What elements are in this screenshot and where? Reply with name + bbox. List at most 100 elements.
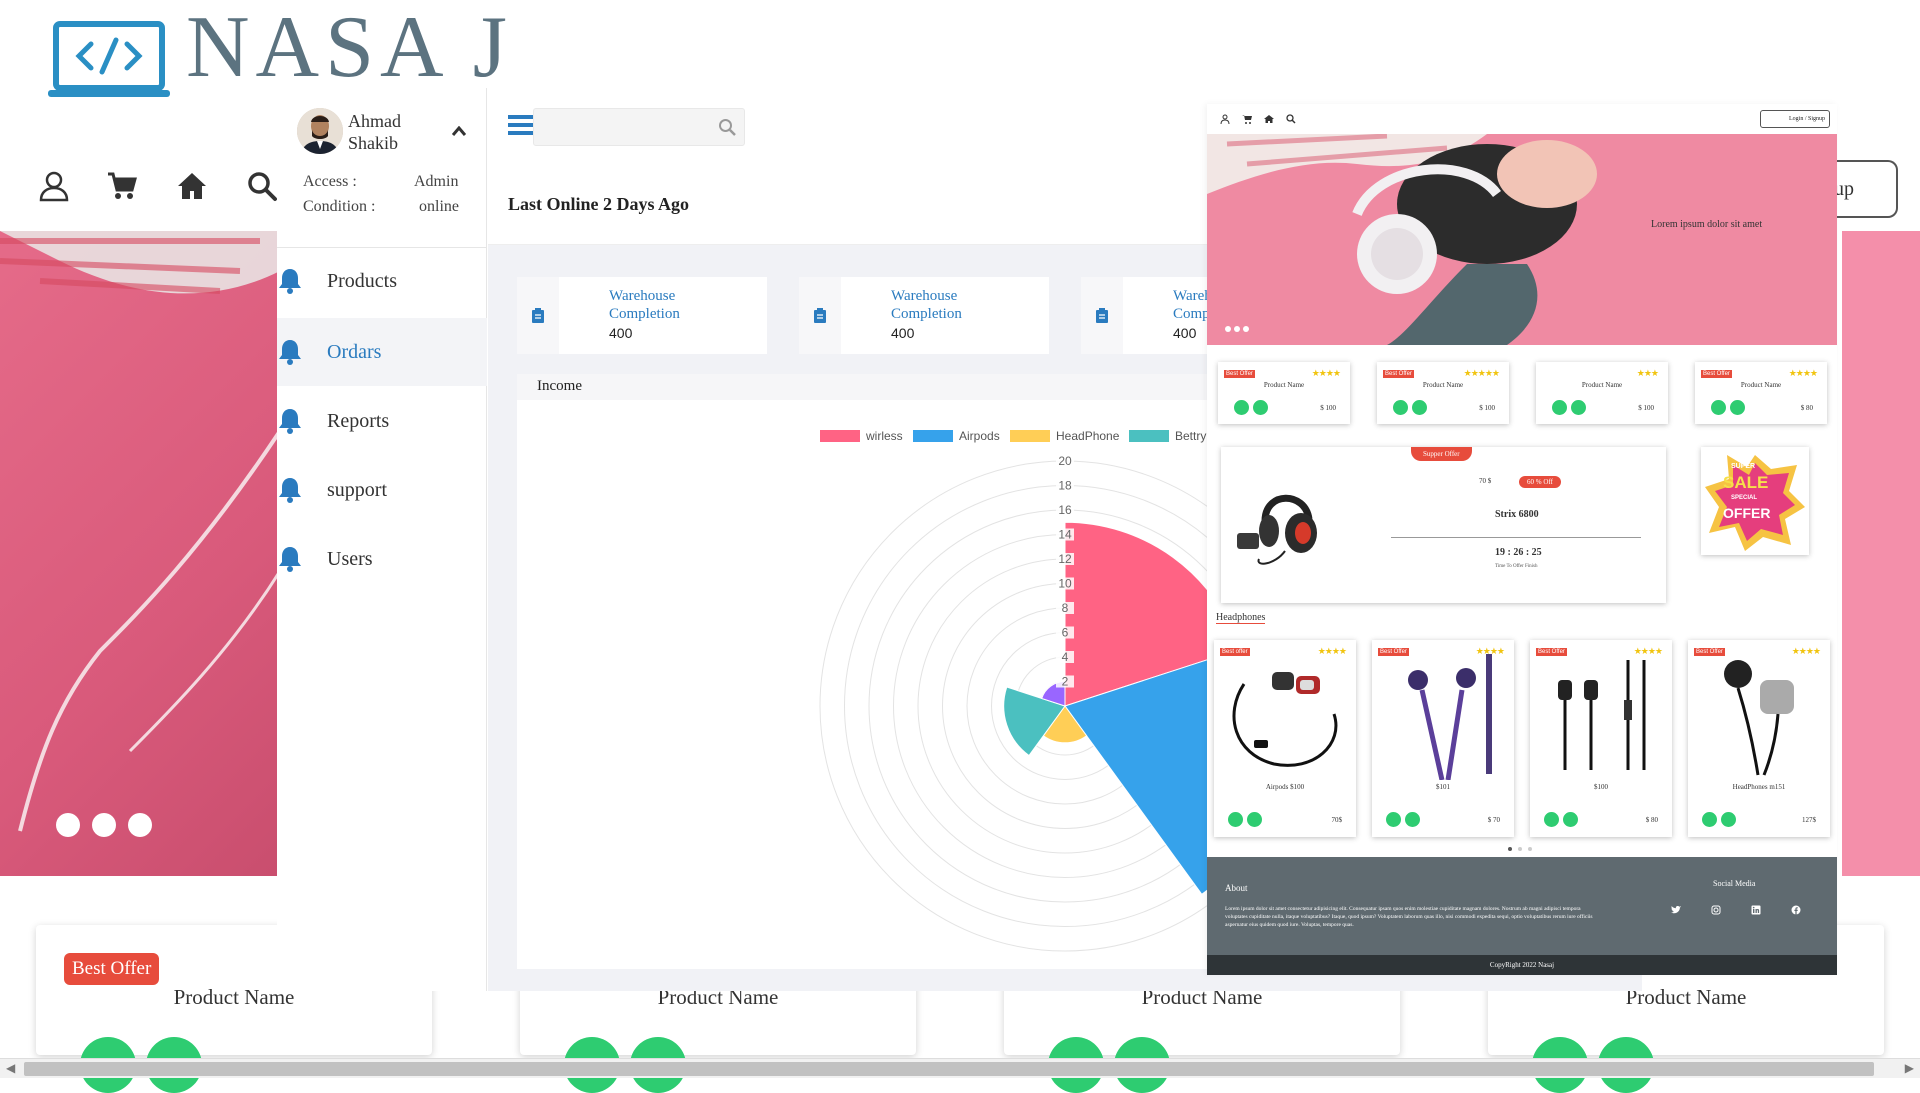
scrollbar-thumb[interactable] (24, 1062, 1874, 1076)
tick-label: 6 (1062, 626, 1069, 640)
earphone-image (1408, 654, 1492, 780)
product-price: 70$ (1331, 816, 1343, 824)
bell-icon (279, 269, 301, 294)
product-card[interactable]: Best Offer ★★★★ HeadPhones m151 127$ (1688, 640, 1830, 837)
product-card[interactable]: Best Offer ★★★★ $101 $ 70 (1372, 640, 1514, 837)
home-icon[interactable] (1264, 114, 1274, 124)
warehouse-card[interactable]: Warehouse Completion 400 (517, 277, 767, 354)
rating-stars: ★★★★ (1311, 368, 1341, 378)
add-to-cart-button[interactable] (1702, 812, 1717, 827)
add-to-cart-button[interactable] (1393, 400, 1408, 415)
home-icon[interactable] (176, 170, 208, 207)
hero-text: Lorem ipsum dolor sit amet (1651, 219, 1763, 230)
add-to-cart-button[interactable] (1552, 400, 1567, 415)
product-card[interactable]: ★★★ Product Name $ 100 (1536, 362, 1668, 424)
user-icon[interactable] (1220, 114, 1230, 124)
card-value: 400 (1173, 325, 1197, 341)
sidebar-item-support[interactable]: support (277, 456, 487, 524)
tick-label: 16 (1058, 503, 1072, 517)
carousel-dot[interactable] (1528, 847, 1532, 851)
product-price: $ 80 (1645, 816, 1658, 824)
tick-label: 20 (1058, 454, 1072, 468)
carousel-dot[interactable] (1508, 847, 1512, 851)
sidebar-item-users[interactable]: Users (277, 525, 487, 593)
search-input[interactable] (533, 108, 745, 146)
product-card[interactable]: Best Offer ★★★★ Product Name $ 100 (1218, 362, 1350, 424)
carousel-dot[interactable] (128, 813, 152, 837)
income-polar-chart: 2 4 6 8 10 12 14 16 18 20 (819, 454, 1207, 952)
add-to-cart-button[interactable] (1228, 812, 1243, 827)
search-field[interactable] (534, 109, 704, 145)
wishlist-button[interactable] (1405, 812, 1420, 827)
tick-label: 2 (1062, 675, 1069, 689)
carousel-dot[interactable] (1243, 326, 1249, 332)
wishlist-button[interactable] (1730, 400, 1745, 415)
scroll-left-icon[interactable]: ◀ (6, 1061, 15, 1075)
login-signup-button[interactable]: Login / Signup (1760, 110, 1830, 128)
headset-image (1237, 494, 1317, 565)
product-card[interactable]: Best offer ★★★★ Airpods $100 70$ (1214, 640, 1356, 837)
card-value: 400 (891, 325, 915, 341)
product-price: $ 70 (1487, 816, 1500, 824)
card-value: 400 (609, 325, 633, 341)
bell-icon (279, 478, 301, 503)
product-caption: HeadPhones m151 (1732, 783, 1786, 791)
tick-label: 12 (1058, 552, 1072, 566)
super-sale-banner[interactable]: SUPER SALE SPECIAL OFFER (1701, 447, 1809, 555)
bell-icon (279, 340, 301, 365)
add-to-cart-button[interactable] (1386, 812, 1401, 827)
linkedin-icon[interactable] (1751, 905, 1761, 915)
clipboard-icon (1096, 308, 1108, 323)
super-offer-card[interactable]: Supper Offer 70 $ 60 % Off Strix 6800 19… (1221, 447, 1666, 603)
carousel-dot[interactable] (92, 813, 116, 837)
user-icon[interactable] (38, 170, 70, 207)
best-offer-badge: Best Offer (64, 953, 160, 985)
brand-logo-text: NASA J (186, 0, 513, 96)
product-price: 127$ (1802, 816, 1816, 824)
product-card[interactable]: Best Offer ★★★★ $100 $ 80 (1530, 640, 1672, 837)
add-to-cart-button[interactable] (1711, 400, 1726, 415)
cart-icon[interactable] (106, 170, 138, 207)
card-title: Warehouse Completion (609, 288, 680, 322)
product-name: Product Name (1581, 381, 1623, 389)
wishlist-button[interactable] (1412, 400, 1427, 415)
warehouse-card[interactable]: Warehouse Completion 400 (799, 277, 1049, 354)
avatar[interactable] (297, 108, 343, 154)
cart-icon[interactable] (1242, 114, 1252, 124)
wishlist-button[interactable] (1253, 400, 1268, 415)
product-card[interactable]: Best Offer ★★★★★ Product Name $ 100 (1377, 362, 1509, 424)
chart-title: Income (537, 378, 582, 394)
instagram-icon[interactable] (1711, 905, 1721, 915)
facebook-icon[interactable] (1791, 905, 1801, 915)
horizontal-scrollbar[interactable]: ◀ ▶ (0, 1058, 1920, 1078)
signup-button[interactable]: up (1830, 160, 1898, 218)
clipboard-icon (814, 308, 826, 323)
best-offer-badge: Best Offer (1701, 370, 1732, 378)
add-to-cart-button[interactable] (1544, 812, 1559, 827)
product-price: $ 100 (1479, 404, 1495, 412)
wishlist-button[interactable] (1721, 812, 1736, 827)
sidebar-item-label: Products (327, 269, 397, 292)
sidebar-item-products[interactable]: Products (277, 247, 487, 315)
carousel-dot[interactable] (56, 813, 80, 837)
bell-icon (279, 547, 301, 572)
carousel-dot[interactable] (1225, 326, 1231, 332)
search-icon[interactable] (1286, 114, 1296, 124)
product-card[interactable]: Best Offer ★★★★ Product Name $ 80 (1695, 362, 1827, 424)
search-icon[interactable] (246, 170, 278, 207)
scroll-right-icon[interactable]: ▶ (1905, 1061, 1914, 1075)
sidebar-item-reports[interactable]: Reports (277, 387, 487, 455)
hamburger-menu-icon[interactable] (508, 114, 534, 136)
twitter-icon[interactable] (1671, 905, 1681, 915)
wishlist-button[interactable] (1563, 812, 1578, 827)
search-icon[interactable] (718, 118, 736, 136)
wishlist-button[interactable] (1571, 400, 1586, 415)
sidebar-item-orders[interactable]: Ordars (277, 318, 487, 386)
add-to-cart-button[interactable] (1234, 400, 1249, 415)
carousel-dot[interactable] (1518, 847, 1522, 851)
carousel-dot[interactable] (1234, 326, 1240, 332)
warehouse-card[interactable]: Warehouse Completion 400 (1081, 277, 1207, 354)
earphone-image (1724, 660, 1794, 776)
wishlist-button[interactable] (1247, 812, 1262, 827)
chevron-up-icon[interactable] (452, 126, 466, 136)
